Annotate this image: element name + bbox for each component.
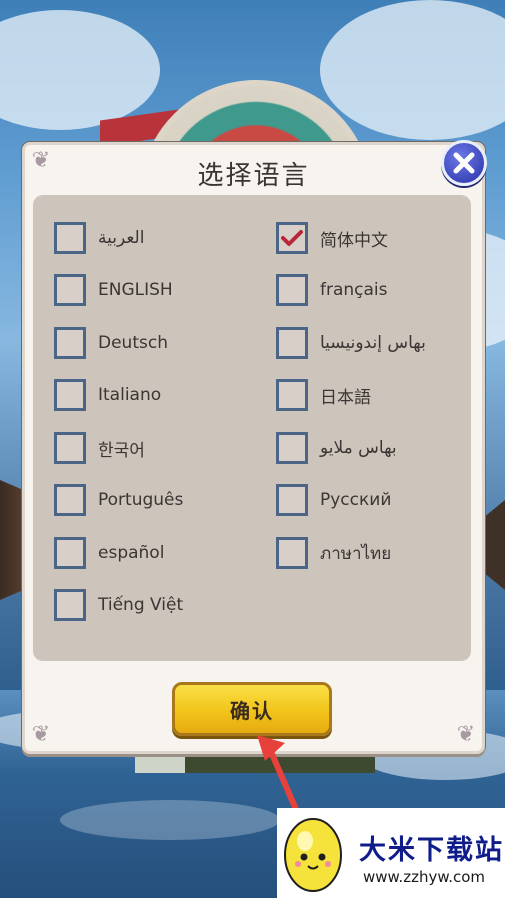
language-list: العربية ENGLISH Deutsch Italiano 한국어 Por… (33, 195, 471, 661)
language-label: بهاس ملايو (320, 438, 397, 458)
language-option-russian[interactable]: Русский (276, 482, 391, 518)
language-option-indonesian[interactable]: بهاس إندونيسيا (276, 325, 426, 361)
checkbox[interactable] (276, 274, 308, 306)
checkbox[interactable] (54, 484, 86, 516)
language-label: Deutsch (98, 333, 168, 353)
checkbox[interactable] (54, 537, 86, 569)
checkbox[interactable] (276, 484, 308, 516)
language-label: 日本語 (320, 387, 371, 408)
checkbox[interactable] (54, 222, 86, 254)
language-label: بهاس إندونيسيا (320, 333, 426, 353)
language-option-arabic[interactable]: العربية (54, 220, 144, 256)
language-label: 한국어 (98, 440, 145, 461)
language-option-simplified-chinese[interactable]: 简体中文 (276, 220, 388, 256)
language-option-french[interactable]: français (276, 272, 388, 308)
language-option-thai[interactable]: ภาษาไทย (276, 535, 391, 571)
language-option-korean[interactable]: 한국어 (54, 430, 145, 466)
watermark: 大米下载站 www.zzhyw.com (277, 808, 505, 898)
language-label: 简体中文 (320, 230, 388, 251)
language-label: Русский (320, 490, 392, 510)
language-option-german[interactable]: Deutsch (54, 325, 168, 361)
checkbox[interactable] (54, 327, 86, 359)
checkbox[interactable] (276, 537, 308, 569)
language-option-malay[interactable]: بهاس ملايو (276, 430, 397, 466)
close-button[interactable] (441, 140, 487, 186)
checkbox[interactable] (54, 274, 86, 306)
corner-ornament-icon: ❦ (456, 722, 476, 747)
check-icon (281, 230, 303, 246)
language-label: ENGLISH (98, 280, 173, 300)
checkbox[interactable] (54, 379, 86, 411)
language-option-vietnamese[interactable]: Tiếng Việt (54, 587, 183, 623)
checkbox[interactable] (276, 432, 308, 464)
checkbox-checked[interactable] (276, 222, 308, 254)
egg-mascot-logo (284, 818, 342, 892)
checkbox[interactable] (276, 327, 308, 359)
corner-ornament-icon: ❦ (31, 722, 51, 747)
confirm-label: 确认 (230, 698, 274, 723)
language-label: Português (98, 490, 184, 510)
language-option-portuguese[interactable]: Português (54, 482, 183, 518)
checkbox[interactable] (54, 432, 86, 464)
watermark-url: www.zzhyw.com (363, 868, 486, 886)
close-icon (453, 152, 475, 174)
checkbox[interactable] (276, 379, 308, 411)
language-label: العربية (98, 228, 145, 248)
watermark-title: 大米下载站 (359, 835, 504, 866)
dialog-title: 选择语言 (197, 161, 310, 191)
language-option-japanese[interactable]: 日本語 (276, 377, 371, 413)
language-option-english[interactable]: ENGLISH (54, 272, 173, 308)
language-label: ภาษาไทย (320, 543, 392, 564)
language-label: español (98, 543, 165, 563)
language-option-spanish[interactable]: español (54, 535, 164, 571)
language-label: français (320, 280, 388, 300)
checkbox[interactable] (54, 589, 86, 621)
language-option-italian[interactable]: Italiano (54, 377, 161, 413)
language-label: Tiếng Việt (98, 595, 184, 615)
background-ship-right (483, 500, 505, 590)
language-label: Italiano (98, 385, 162, 405)
